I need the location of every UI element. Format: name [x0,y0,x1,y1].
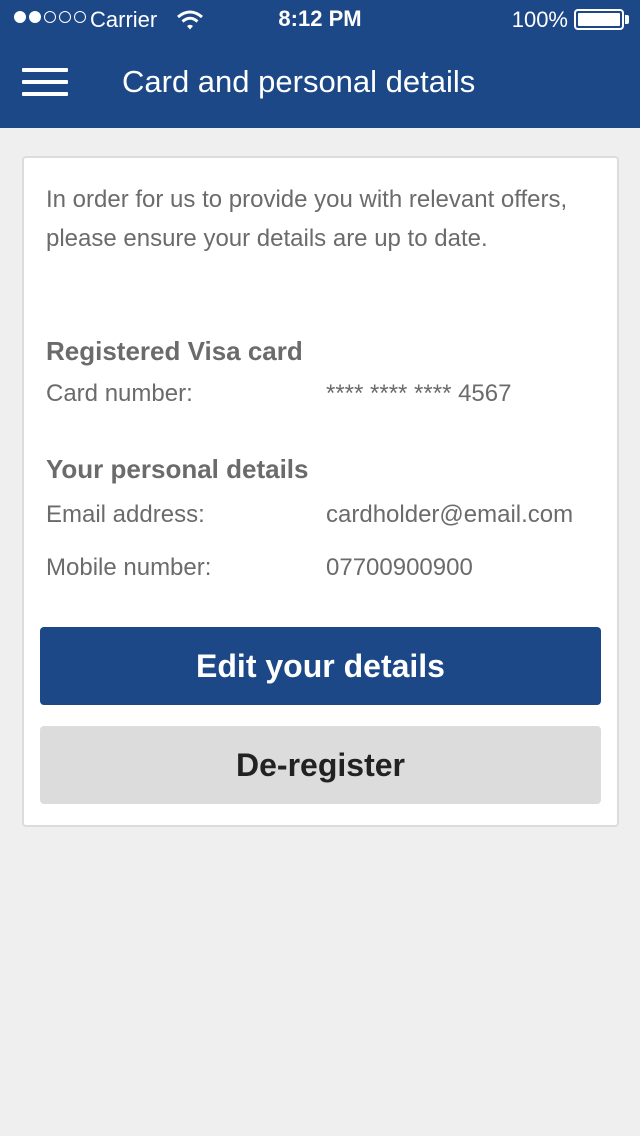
battery-nub [625,15,629,24]
mobile-value: 07700900900 [326,554,473,581]
intro-text: In order for us to provide you with rele… [46,186,568,252]
app-header: Carrier 8:12 PM 100% Card and personal d… [0,0,640,128]
edit-details-button[interactable]: Edit your details [40,627,601,705]
status-bar: Carrier 8:12 PM 100% [0,0,640,40]
email-label: Email address: [46,501,205,528]
registered-card-heading: Registered Visa card [46,336,303,366]
deregister-button[interactable]: De-register [40,726,601,804]
page-title: Card and personal details [122,64,476,99]
personal-details-heading: Your personal details [46,454,309,484]
details-card: In order for us to provide you with rele… [22,156,619,827]
battery-icon [574,9,624,30]
email-value: cardholder@email.com [326,501,574,528]
hamburger-menu-icon[interactable] [22,68,68,96]
card-number-value: **** **** **** 4567 [326,380,512,407]
mobile-label: Mobile number: [46,554,212,581]
battery-percentage: 100% [511,7,568,32]
card-number-label: Card number: [46,380,193,407]
